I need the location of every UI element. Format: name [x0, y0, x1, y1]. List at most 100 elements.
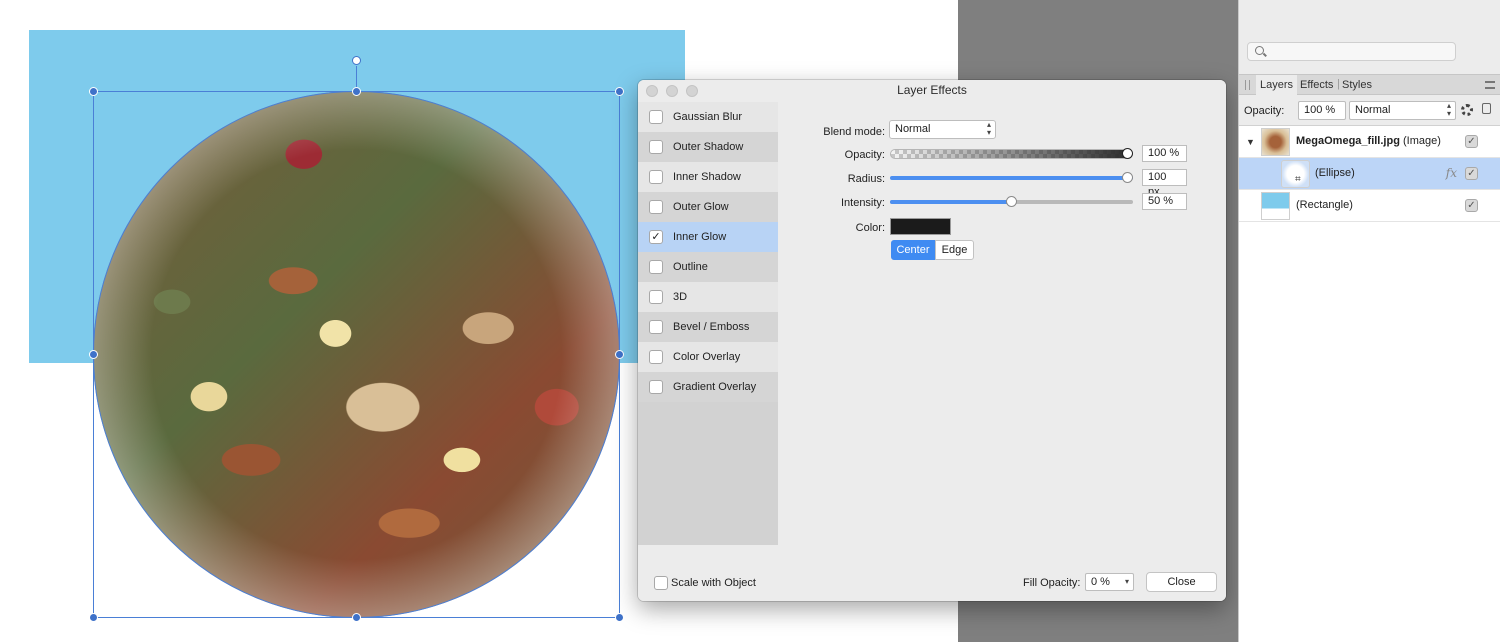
blend-mode-select[interactable]: Normal ▴ ▾ — [889, 120, 996, 139]
layer-name: MegaOmega_fill.jpg (Image) — [1296, 135, 1441, 147]
crop-icon: ⌗ — [1295, 174, 1301, 185]
resize-handle-bottom-left[interactable] — [89, 613, 98, 622]
resize-handle-top-left[interactable] — [89, 87, 98, 96]
dropdown-arrow-icon: ▾ — [1124, 577, 1129, 586]
dialog-titlebar[interactable]: Layer Effects — [638, 80, 1226, 102]
effect-item-inner-glow[interactable]: ✓ Inner Glow — [638, 222, 778, 252]
checkbox[interactable] — [649, 170, 663, 184]
checkbox[interactable] — [649, 200, 663, 214]
scale-with-object-label: Scale with Object — [671, 577, 756, 589]
layer-thumbnail — [1261, 128, 1290, 156]
resize-handle-top[interactable] — [352, 87, 361, 96]
layer-opacity-field[interactable]: 100 % — [1298, 101, 1346, 120]
resize-handle-right[interactable] — [615, 350, 624, 359]
blend-mode-value: Normal — [895, 123, 931, 135]
layers-list: ▼ MegaOmega_fill.jpg (Image) ✓ ⌗ (Ellips… — [1239, 125, 1500, 642]
gear-icon[interactable] — [1461, 104, 1473, 116]
effect-item-color-overlay[interactable]: Color Overlay — [638, 342, 778, 372]
disclosure-triangle-icon[interactable]: ▼ — [1246, 137, 1255, 147]
panel-tabs: Layers Effects | Styles — [1239, 74, 1500, 95]
search-input[interactable] — [1247, 42, 1456, 61]
checkbox[interactable] — [649, 350, 663, 364]
resize-handle-bottom-right[interactable] — [615, 613, 624, 622]
close-window-icon[interactable] — [646, 85, 658, 97]
opacity-field[interactable]: 100 % — [1142, 145, 1187, 162]
effect-label: Gradient Overlay — [673, 381, 757, 393]
layer-visibility-checkbox[interactable]: ✓ — [1465, 199, 1478, 212]
checkbox[interactable] — [649, 110, 663, 124]
tab-styles[interactable]: Styles — [1338, 75, 1376, 95]
tab-layers[interactable]: Layers — [1256, 75, 1298, 95]
effect-item-outer-shadow[interactable]: Outer Shadow — [638, 132, 778, 162]
layer-effects-dialog: Layer Effects Gaussian Blur Outer Shadow… — [638, 80, 1226, 601]
intensity-slider-fill — [890, 200, 1011, 204]
effect-label: Outline — [673, 261, 708, 273]
layer-row-ellipse[interactable]: ⌗ (Ellipse) fx ✓ — [1239, 158, 1500, 190]
radius-slider-knob[interactable] — [1122, 172, 1133, 183]
rotation-handle[interactable] — [352, 56, 361, 65]
fill-opacity-label: Fill Opacity: — [1023, 577, 1081, 589]
dialog-footer: Scale with Object Fill Opacity: 0 % ▾ Cl… — [638, 545, 1226, 601]
effect-label: Outer Shadow — [673, 141, 744, 153]
checkbox[interactable] — [649, 290, 663, 304]
layer-thumbnail: ⌗ — [1281, 160, 1310, 188]
opacity-slider-knob[interactable] — [1122, 148, 1133, 159]
checkmark-icon[interactable]: ✓ — [649, 230, 663, 244]
layer-thumbnail — [1261, 192, 1290, 220]
grip-icon[interactable] — [1245, 80, 1250, 90]
effect-label: Color Overlay — [673, 351, 741, 363]
effect-item-bevel-emboss[interactable]: Bevel / Emboss — [638, 312, 778, 342]
effect-item-outline[interactable]: Outline — [638, 252, 778, 282]
edge-toggle[interactable]: Edge — [935, 240, 974, 260]
layer-blend-select[interactable]: Normal ▴ ▾ — [1349, 101, 1456, 120]
layer-type-suffix: (Image) — [1399, 135, 1441, 147]
effect-item-3d[interactable]: 3D — [638, 282, 778, 312]
effect-item-outer-glow[interactable]: Outer Glow — [638, 192, 778, 222]
intensity-field[interactable]: 50 % — [1142, 193, 1187, 210]
resize-handle-left[interactable] — [89, 350, 98, 359]
opacity-slider[interactable] — [890, 149, 1133, 159]
layer-blend-value: Normal — [1355, 104, 1391, 116]
effect-item-inner-shadow[interactable]: Inner Shadow — [638, 162, 778, 192]
color-swatch[interactable] — [890, 218, 951, 235]
center-toggle[interactable]: Center — [891, 240, 935, 260]
lock-icon[interactable] — [1482, 103, 1491, 114]
effect-label: Outer Glow — [673, 201, 729, 213]
layer-visibility-checkbox[interactable]: ✓ — [1465, 135, 1478, 148]
checkbox[interactable] — [649, 320, 663, 334]
zoom-window-icon[interactable] — [686, 85, 698, 97]
layer-visibility-checkbox[interactable]: ✓ — [1465, 167, 1478, 180]
effect-label: Gaussian Blur — [673, 111, 743, 123]
layer-row-image[interactable]: ▼ MegaOmega_fill.jpg (Image) ✓ — [1239, 126, 1500, 158]
tab-effects[interactable]: Effects — [1296, 75, 1337, 95]
layer-name: (Ellipse) — [1315, 167, 1355, 179]
effect-label: Bevel / Emboss — [673, 321, 750, 333]
radius-field[interactable]: 100 px — [1142, 169, 1187, 198]
intensity-slider-knob[interactable] — [1006, 196, 1017, 207]
panel-menu-icon[interactable] — [1485, 81, 1495, 89]
effect-label: Inner Glow — [673, 231, 727, 243]
minimize-window-icon[interactable] — [666, 85, 678, 97]
scale-with-object-checkbox[interactable] — [654, 576, 668, 590]
layer-row-rectangle[interactable]: (Rectangle) ✓ — [1239, 190, 1500, 222]
effect-label: Inner Shadow — [673, 171, 741, 183]
close-button[interactable]: Close — [1146, 572, 1217, 592]
opacity-label: Opacity: — [844, 149, 885, 161]
checkbox[interactable] — [649, 140, 663, 154]
layer-name: (Rectangle) — [1296, 199, 1353, 211]
resize-handle-bottom[interactable] — [352, 613, 361, 622]
effect-item-gaussian-blur[interactable]: Gaussian Blur — [638, 102, 778, 132]
radius-slider[interactable] — [890, 176, 1133, 180]
resize-handle-top-right[interactable] — [615, 87, 624, 96]
fx-icon[interactable]: fx — [1446, 166, 1457, 180]
checkbox[interactable] — [649, 260, 663, 274]
layers-studio-panel: Layers Effects | Styles Opacity: 100 % N… — [1238, 0, 1500, 642]
up-down-arrows-icon: ▴ ▾ — [1446, 101, 1451, 118]
effect-settings-panel: Blend mode: Normal ▴ ▾ Opacity: 100 % Rad… — [778, 102, 1226, 545]
selection-bounding-box — [93, 91, 620, 618]
layer-opacity-label: Opacity: — [1244, 105, 1285, 117]
checkbox[interactable] — [649, 380, 663, 394]
dialog-title: Layer Effects — [897, 83, 967, 97]
effect-item-gradient-overlay[interactable]: Gradient Overlay — [638, 372, 778, 402]
fill-opacity-select[interactable]: 0 % ▾ — [1085, 573, 1134, 591]
